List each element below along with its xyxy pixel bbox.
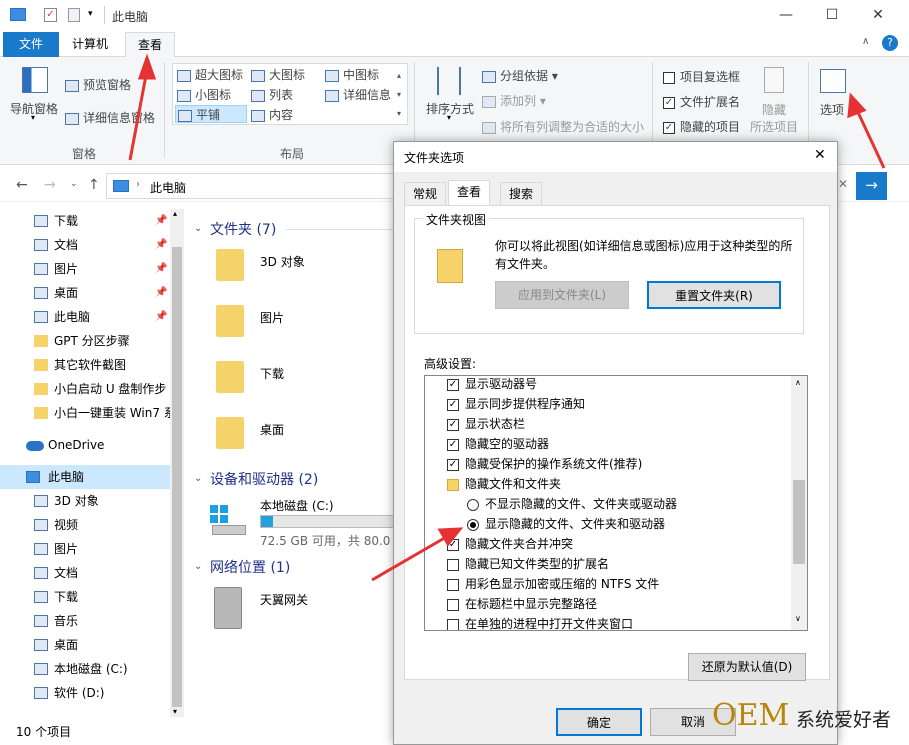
arrow-to-view-tab <box>128 69 149 161</box>
watermark-brand: OEM <box>712 698 790 733</box>
arrow-to-show-hidden <box>371 534 449 582</box>
arrow-to-options <box>854 107 886 169</box>
arrow-head <box>437 527 464 547</box>
arrow-head <box>847 92 867 119</box>
annotation-arrows <box>128 53 886 582</box>
watermark-site: 系统爱好者 <box>796 709 892 731</box>
arrow-head <box>137 53 157 80</box>
